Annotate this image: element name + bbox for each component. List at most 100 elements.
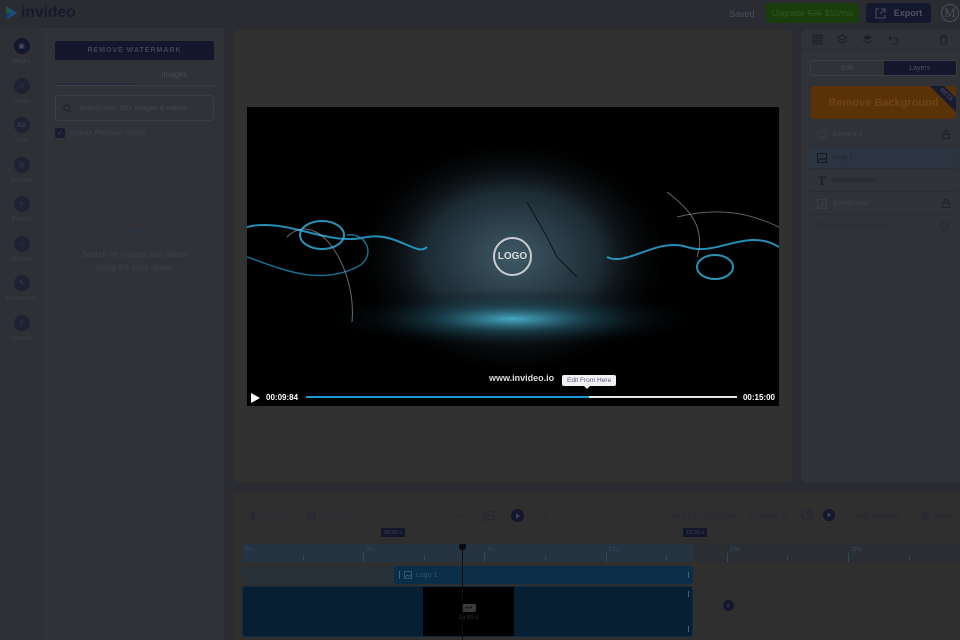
image-layer-icon — [817, 152, 827, 163]
scene-handle-top[interactable] — [688, 591, 689, 597]
ruler-major-tick — [726, 553, 728, 562]
add-scene-top-button[interactable]: Add Scene — [306, 511, 357, 521]
rail-item-music[interactable]: ♫ Music — [0, 77, 43, 105]
ruler-minor-tick — [545, 556, 546, 560]
canvas-area: LOGO www.invideo.io Edit From Here 00:09… — [234, 30, 792, 482]
rail-item-shapes[interactable]: ○ Shapes — [0, 235, 43, 263]
player-controls: 00:09:84 00:15:00 — [247, 389, 779, 406]
text-icon: Aa — [13, 117, 30, 133]
rail-item-effects[interactable]: ✧ Effects — [0, 196, 43, 223]
ruler-minor-tick — [787, 556, 789, 560]
rail-item-enhancers[interactable]: ✎ Enhancers — [0, 275, 43, 302]
video-preview[interactable]: LOGO www.invideo.io Edit From Here 00:09… — [247, 107, 779, 406]
user-avatar[interactable]: M — [941, 4, 959, 22]
remove-background-button[interactable]: Remove Background BETA — [811, 86, 956, 119]
timeline-play-button[interactable] — [511, 509, 524, 522]
search-icon — [63, 103, 72, 113]
timeline-ruler[interactable]: 0s 4s 8s 12s 16s 20s — [242, 544, 960, 562]
video-url-text[interactable]: www.invideo.io — [489, 373, 554, 383]
timer-icon[interactable] — [801, 509, 813, 523]
search-large-icon — [123, 214, 145, 235]
lock-icon[interactable] — [942, 199, 950, 210]
layer-down-icon[interactable] — [837, 34, 849, 46]
seek-bar-progress — [306, 396, 589, 398]
ruler-tick-label: 4s — [366, 546, 374, 553]
undo-icon[interactable] — [887, 34, 899, 46]
media-tabs: Videos Images — [55, 68, 214, 86]
adv-timeline-toggle[interactable]: Adv. Timeline — [856, 512, 900, 521]
include-premium-toggle[interactable]: ✓ Include Premium Videos — [55, 128, 146, 138]
edit-duration-icon[interactable]: ✎ — [782, 512, 788, 521]
playhead[interactable] — [462, 548, 463, 640]
remove-watermark-button[interactable]: REMOVE WATERMARK — [55, 41, 214, 60]
change-project-colors[interactable]: Change Project Colors ⌄ — [809, 216, 958, 236]
shapes-icon: ○ — [13, 235, 30, 252]
properties-panel: Edit Layers Remove Background BETA Eleme… — [801, 30, 960, 482]
rail-item-media[interactable]: ▣ Media — [0, 38, 43, 65]
layer-item[interactable]: Twww.invideo.io — [809, 170, 958, 192]
tab-images[interactable]: Images — [135, 68, 215, 85]
scene-thumbnail[interactable]: ••• 15:00 s — [423, 587, 514, 636]
scene-handle-bottom[interactable] — [688, 626, 689, 632]
layer-item[interactable]: Logo 1 — [809, 147, 958, 169]
remove-background-label: Remove Background — [828, 96, 939, 109]
edit-from-here-tooltip[interactable]: Edit From Here — [562, 375, 617, 389]
layer-name: Element 2 — [833, 131, 863, 138]
logo-placeholder[interactable]: LOGO — [493, 237, 532, 276]
invideo-editor: invideo Saved Upgrade $20 $10/mo Export … — [0, 0, 960, 640]
ruler-tick-label: 16s — [729, 546, 741, 553]
preview-play-icon[interactable] — [823, 509, 835, 523]
logo-clip[interactable]: Logo 1 — [394, 566, 693, 584]
clip-left-handle[interactable] — [399, 571, 400, 579]
zoom-level[interactable]: 100% — [934, 512, 953, 521]
rail-item-uploads[interactable]: ⇪ Uploads — [0, 314, 43, 342]
tab-videos[interactable]: Videos — [55, 68, 135, 85]
more-options-icon[interactable]: ••• — [461, 604, 476, 612]
ruler-tick-label: 8s — [487, 546, 495, 553]
ruler-minor-tick — [423, 556, 425, 560]
brand-logo[interactable]: invideo — [4, 4, 76, 22]
play-icon[interactable] — [251, 393, 260, 403]
skip-back-icon[interactable]: ⏮ — [458, 512, 465, 522]
add-scene-button[interactable]: + Add Scene — [711, 600, 745, 621]
layer-up-icon[interactable] — [862, 34, 874, 46]
zoom-icon[interactable] — [921, 512, 930, 523]
scene-start-marker: 05:00 s — [381, 528, 406, 537]
preview-scene-icon[interactable] — [483, 511, 494, 524]
upgrade-label: Upgrade — [771, 8, 805, 18]
image-icon — [404, 571, 412, 579]
wand-icon: ✎ — [13, 275, 30, 291]
include-premium-label: Include Premium Videos — [70, 129, 146, 137]
export-button[interactable]: Export — [866, 3, 931, 23]
rail-item-text[interactable]: Aa Text — [0, 117, 43, 144]
layer-name: Background — [833, 200, 868, 207]
rail-item-stickers[interactable]: ◎ Stickers — [0, 156, 43, 184]
media-search[interactable] — [55, 95, 214, 121]
scene-clip[interactable]: ••• 15:00 s — [242, 586, 693, 637]
trash-icon[interactable] — [937, 34, 949, 46]
redo-icon[interactable] — [912, 34, 924, 46]
export-label: Export — [893, 8, 923, 18]
rail-item-label: Music — [13, 97, 30, 105]
plus-circle-icon — [306, 511, 316, 521]
seek-bar[interactable] — [306, 396, 737, 398]
add-vo-label: Add VO — [261, 511, 288, 521]
upgrade-button[interactable]: Upgrade $20 $10/mo — [766, 3, 859, 23]
lock-icon[interactable] — [942, 130, 950, 141]
layer-toolbar — [801, 30, 960, 50]
layer-item[interactable]: Background — [809, 193, 958, 215]
ruler-major-tick — [363, 553, 365, 562]
segment-layers[interactable]: Layers — [883, 61, 956, 75]
rail-item-label: Stickers — [9, 176, 34, 184]
include-premium-checkbox[interactable]: ✓ — [55, 128, 65, 138]
add-scene-top-label: Add Scene — [320, 511, 357, 521]
media-search-input[interactable] — [79, 104, 209, 112]
skip-forward-icon[interactable]: ⏭ — [541, 512, 548, 522]
segment-edit[interactable]: Edit — [811, 61, 884, 75]
clip-right-handle[interactable] — [688, 572, 689, 578]
add-vo-button[interactable]: Add VO — [249, 511, 287, 521]
layer-item[interactable]: Element 2 — [809, 124, 958, 146]
chevron-down-icon: ⌄ — [940, 221, 949, 230]
ruler-minor-tick — [908, 556, 910, 560]
grid-icon[interactable] — [812, 34, 824, 46]
